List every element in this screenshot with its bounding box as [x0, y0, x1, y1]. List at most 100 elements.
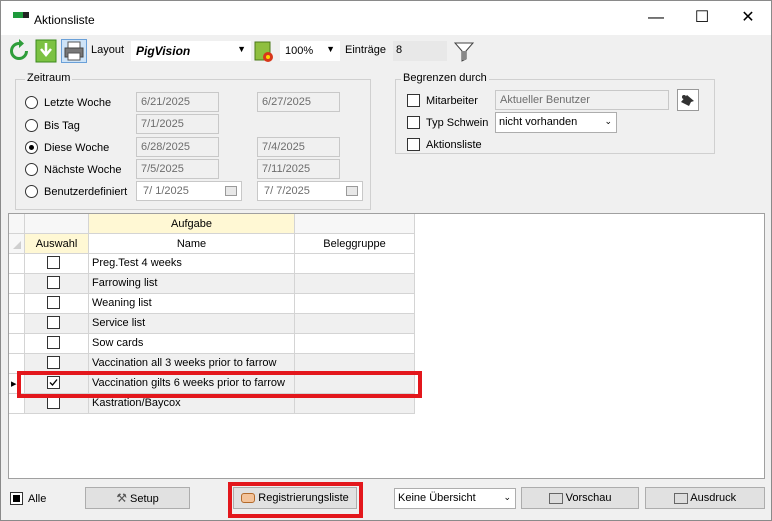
diese-woche-label: Diese Woche	[44, 142, 110, 154]
minimize-button[interactable]: —	[633, 1, 679, 35]
benutzerdefiniert-label: Benutzerdefiniert	[44, 186, 128, 198]
group-header-empty-2	[295, 214, 415, 234]
alle-checkbox[interactable]	[10, 492, 23, 505]
beleggruppe-cell[interactable]	[295, 294, 415, 314]
highlight-selected-row	[17, 371, 422, 398]
entries-label: Einträge	[345, 44, 386, 56]
mitarbeiter-checkbox[interactable]	[407, 94, 420, 107]
task-grid: Aufgabe Auswahl Name Beleggruppe Preg.Te…	[8, 213, 765, 479]
download-icon[interactable]	[35, 39, 57, 63]
layout-label: Layout	[91, 44, 125, 56]
highlight-registrierungsliste	[228, 482, 363, 518]
naechste-woche-label: Nächste Woche	[44, 164, 122, 176]
radio-letzte-woche[interactable]	[25, 96, 38, 109]
entries-count: 8	[393, 41, 447, 61]
vorschau-button[interactable]: Vorschau	[521, 487, 639, 509]
name-cell[interactable]: Farrowing list	[89, 274, 295, 294]
beleggruppe-cell[interactable]	[295, 254, 415, 274]
zoom-select[interactable]: 100% ▼	[280, 41, 340, 61]
radio-bis-tag[interactable]	[25, 119, 38, 132]
radio-benutzerdefiniert[interactable]	[25, 185, 38, 198]
select-user-button[interactable]	[677, 89, 699, 111]
column-header-name[interactable]: Name	[89, 234, 295, 254]
row-checkbox[interactable]	[47, 336, 60, 349]
name-cell[interactable]: Preg.Test 4 weeks	[89, 254, 295, 274]
aktionsliste-checkbox[interactable]	[407, 138, 420, 151]
vorschau-label: Vorschau	[565, 492, 612, 504]
auswahl-cell	[25, 254, 89, 274]
filter-icon[interactable]	[453, 39, 475, 63]
typ-schwein-checkbox[interactable]	[407, 116, 420, 129]
radio-diese-woche[interactable]	[25, 141, 38, 154]
name-cell[interactable]: Service list	[89, 314, 295, 334]
overview-value: Keine Übersicht	[398, 492, 476, 504]
begrenzen-label: Begrenzen durch	[401, 72, 489, 84]
row-checkbox[interactable]	[47, 296, 60, 309]
layout-select[interactable]: PigVision ▼	[131, 41, 251, 61]
custom-from-date[interactable]: 7/ 1/2025	[136, 181, 242, 201]
diese-woche-to: 7/4/2025	[257, 137, 340, 157]
row-checkbox[interactable]	[47, 276, 60, 289]
row-indicator[interactable]	[9, 254, 25, 274]
typ-schwein-select[interactable]: nicht vorhanden ⌄	[495, 112, 617, 133]
typ-schwein-value: nicht vorhanden	[499, 116, 578, 128]
naechste-woche-from: 7/5/2025	[136, 159, 219, 179]
ausdruck-button[interactable]: Ausdruck	[645, 487, 765, 509]
row-checkbox[interactable]	[47, 316, 60, 329]
row-checkbox[interactable]	[47, 356, 60, 369]
row-indicator[interactable]	[9, 294, 25, 314]
calendar-icon[interactable]	[225, 186, 237, 196]
radio-naechste-woche[interactable]	[25, 163, 38, 176]
chevron-down-icon: ⌄	[503, 492, 511, 502]
zoom-value: 100%	[285, 45, 314, 57]
mitarbeiter-field: Aktueller Benutzer	[495, 90, 669, 110]
auswahl-cell	[25, 334, 89, 354]
row-indicator[interactable]	[9, 314, 25, 334]
letzte-woche-label: Letzte Woche	[44, 97, 112, 109]
row-indicator[interactable]	[9, 274, 25, 294]
layout-settings-icon[interactable]	[253, 39, 275, 63]
aktionsliste-label: Aktionsliste	[426, 139, 482, 151]
overview-select[interactable]: Keine Übersicht ⌄	[394, 488, 516, 509]
mitarbeiter-label: Mitarbeiter	[426, 95, 478, 107]
custom-from-value: 7/ 1/2025	[143, 185, 189, 197]
maximize-button[interactable]: ☐	[679, 1, 725, 35]
bis-tag-label: Bis Tag	[44, 120, 80, 132]
letzte-woche-from: 6/21/2025	[136, 92, 219, 112]
group-header-aufgabe: Aufgabe	[89, 214, 295, 234]
auswahl-cell	[25, 274, 89, 294]
sort-corner	[9, 234, 25, 254]
beleggruppe-cell[interactable]	[295, 314, 415, 334]
print-preview-icon	[548, 492, 563, 504]
printer-icon	[673, 492, 688, 504]
beleggruppe-cell[interactable]	[295, 274, 415, 294]
column-header-auswahl[interactable]: Auswahl	[25, 234, 89, 254]
auswahl-cell	[25, 294, 89, 314]
group-header-empty	[25, 214, 89, 234]
row-checkbox[interactable]	[47, 256, 60, 269]
name-cell[interactable]: Weaning list	[89, 294, 295, 314]
app-icon	[13, 12, 29, 18]
title-bar: Aktionsliste — ☐ ✕	[1, 1, 771, 35]
custom-to-date[interactable]: 7/ 7/2025	[257, 181, 363, 201]
aktionsliste-window: Aktionsliste — ☐ ✕ Layout PigVision ▼ 10…	[0, 0, 772, 521]
row-header-corner	[9, 214, 25, 234]
typ-schwein-label: Typ Schwein	[426, 117, 489, 129]
chevron-down-icon: ⌄	[604, 116, 612, 126]
close-button[interactable]: ✕	[725, 1, 771, 35]
letzte-woche-to: 6/27/2025	[257, 92, 340, 112]
window-title: Aktionsliste	[34, 13, 95, 27]
chevron-down-icon: ▼	[326, 44, 335, 54]
name-cell[interactable]: Sow cards	[89, 334, 295, 354]
calendar-icon[interactable]	[346, 186, 358, 196]
column-header-beleggruppe[interactable]: Beleggruppe	[295, 234, 415, 254]
naechste-woche-to: 7/11/2025	[257, 159, 340, 179]
alle-label: Alle	[28, 493, 47, 505]
layout-value: PigVision	[136, 44, 191, 58]
row-indicator[interactable]	[9, 334, 25, 354]
print-icon[interactable]	[61, 39, 87, 63]
refresh-icon[interactable]	[7, 39, 31, 63]
auswahl-cell	[25, 314, 89, 334]
setup-button[interactable]: ⚒ Setup	[85, 487, 190, 509]
beleggruppe-cell[interactable]	[295, 334, 415, 354]
